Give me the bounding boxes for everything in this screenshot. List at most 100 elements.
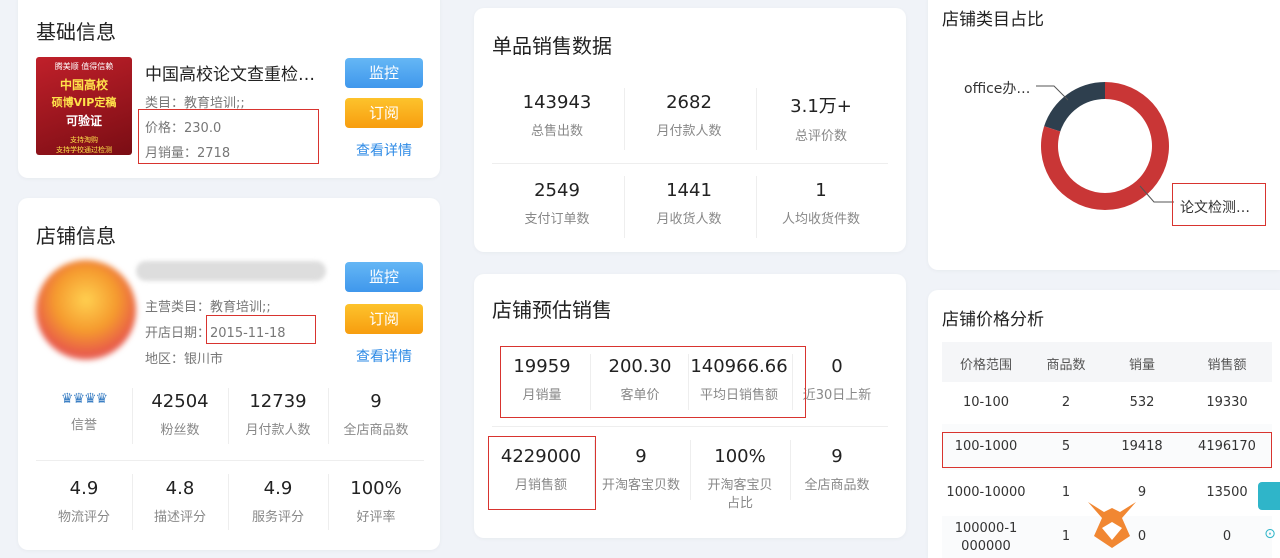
shop-subscribe-button[interactable]: 订阅 — [345, 304, 423, 334]
price-table-header: 价格范围 商品数 销量 销售额 — [942, 342, 1272, 382]
estimate-stat-taoke-ratio: 100% 开淘客宝贝占比 — [690, 446, 790, 513]
product-image-line3: 可验证 — [65, 114, 102, 128]
shop-stat-fans-label: 粉丝数 — [160, 423, 200, 438]
col-item-count: 商品数 — [1046, 358, 1086, 373]
single-stat-total-sold: 143943 总售出数 — [492, 92, 622, 141]
divider — [492, 426, 888, 427]
side-widget-icon[interactable]: ⊙ — [1260, 526, 1280, 548]
shop-stat-fans-value: 42504 — [151, 391, 209, 412]
donut-slice-0[interactable] — [1044, 82, 1105, 132]
shop-stat-service-value: 4.9 — [263, 478, 293, 499]
divider — [624, 88, 625, 150]
estimate-stat-new-30d-value: 0 — [831, 356, 843, 377]
divider — [624, 176, 625, 238]
category-donut-chart — [1036, 82, 1174, 210]
cell-item-count: 2 — [1061, 395, 1071, 410]
shop-stat-credit-label: 信誉 — [70, 418, 97, 433]
product-image-line1: 中国高校 — [59, 78, 108, 92]
price-highlight-box — [138, 109, 319, 164]
col-sales: 销量 — [1128, 358, 1155, 373]
single-stat-reviews-label: 总评价数 — [794, 129, 847, 144]
price-row-highlight-box — [942, 432, 1272, 468]
estimate-stat-new-30d: 0 近30日上新 — [794, 356, 880, 405]
product-image[interactable]: 腾美顺 值得信赖 中国高校 硕博VIP定稿 可验证 支持淘购 支持学校通过检测 — [36, 57, 132, 155]
category-label-thesis: 论文检测… — [1180, 200, 1250, 216]
watermark-fox-logo — [1080, 490, 1144, 554]
estimate-stat-taoke-items-value: 9 — [635, 446, 647, 467]
shop-main-category: 主营类目：教育培训;; — [145, 300, 271, 315]
single-stat-reviews: 3.1万+ 总评价数 — [756, 92, 886, 146]
monitor-button[interactable]: 监控 — [345, 58, 423, 88]
estimate-stat-total-items-label: 全店商品数 — [804, 478, 870, 493]
divider — [790, 440, 791, 500]
shop-stat-monthly-payers-value: 12739 — [249, 391, 307, 412]
cell-revenue: 19330 — [1206, 395, 1248, 410]
shop-stat-positive-rate-label: 好评率 — [356, 510, 396, 525]
divider — [228, 474, 229, 530]
monthly-revenue-highlight-box — [488, 436, 596, 510]
single-stat-paid-orders-value: 2549 — [534, 180, 580, 201]
shop-region: 地区：银川市 — [145, 352, 224, 367]
shop-stat-logistics-value: 4.9 — [69, 478, 99, 499]
shop-stat-item-count-label: 全店商品数 — [343, 423, 409, 438]
shop-stat-logistics: 4.9 物流评分 — [36, 478, 132, 527]
cell-sales: 532 — [1129, 395, 1155, 410]
divider — [132, 474, 133, 530]
estimate-stat-taoke-ratio-label: 开淘客宝贝占比 — [707, 478, 773, 511]
single-sales-card: 单品销售数据 143943 总售出数 2682 月付款人数 3.1万+ 总评价数… — [474, 8, 906, 252]
single-stat-items-per-person-value: 1 — [815, 180, 827, 201]
subscribe-button[interactable]: 订阅 — [345, 98, 423, 128]
basic-info-title: 基础信息 — [36, 20, 116, 44]
divider — [228, 388, 229, 444]
estimate-stat-taoke-ratio-value: 100% — [714, 446, 766, 467]
divider — [492, 163, 888, 164]
category-share-card: 店铺类目占比 office办… 论文检测… — [928, 0, 1280, 270]
shop-stat-description-label: 描述评分 — [153, 510, 206, 525]
cell-price-range: 100000-1000000 — [954, 521, 1018, 554]
view-detail-link[interactable]: 查看详情 — [356, 140, 412, 160]
basic-info-card: 基础信息 腾美顺 值得信赖 中国高校 硕博VIP定稿 可验证 支持淘购 支持学校… — [18, 0, 440, 178]
single-stat-monthly-payers-label: 月付款人数 — [656, 124, 722, 139]
shop-stat-monthly-payers-label: 月付款人数 — [245, 423, 311, 438]
product-image-line5: 支持学校通过检测 — [56, 146, 112, 154]
shop-stat-service: 4.9 服务评分 — [228, 478, 328, 527]
category-label-office: office办… — [964, 81, 1031, 97]
estimate-stat-taoke-items-label: 开淘客宝贝数 — [601, 478, 680, 493]
estimate-stat-total-items: 9 全店商品数 — [792, 446, 882, 495]
single-stat-paid-orders: 2549 支付订单数 — [492, 180, 622, 229]
single-sales-title: 单品销售数据 — [492, 34, 612, 58]
shop-stat-credit: ♛♛♛♛ 信誉 — [36, 391, 132, 435]
single-stat-total-sold-label: 总售出数 — [530, 124, 583, 139]
cell-price-range: 10-100 — [962, 395, 1010, 410]
shop-logo — [36, 260, 136, 360]
product-image-line2: 硕博VIP定稿 — [51, 96, 117, 109]
col-revenue: 销售额 — [1207, 358, 1247, 373]
shop-stat-item-count: 9 全店商品数 — [328, 391, 424, 440]
shop-stat-positive-rate: 100% 好评率 — [328, 478, 424, 527]
cell-price-range: 1000-10000 — [946, 485, 1026, 500]
single-stat-monthly-payers-value: 2682 — [666, 92, 712, 113]
estimate-sales-title: 店铺预估销售 — [492, 298, 612, 322]
shop-name-blurred — [136, 261, 326, 281]
price-analysis-title: 店铺价格分析 — [942, 310, 1044, 330]
estimate-row1-highlight-box — [500, 346, 806, 418]
table-row: 10-100 2 532 19330 — [942, 382, 1272, 424]
shop-stat-positive-rate-value: 100% — [350, 478, 402, 499]
single-stat-items-per-person-label: 人均收货件数 — [781, 212, 860, 227]
estimate-sales-card: 店铺预估销售 19959 月销量 200.30 客单价 140966.66 平均… — [474, 274, 906, 538]
single-stat-items-per-person: 1 人均收货件数 — [756, 180, 886, 229]
shop-view-detail-link[interactable]: 查看详情 — [356, 346, 412, 366]
shop-stat-service-label: 服务评分 — [251, 510, 304, 525]
shop-stat-item-count-value: 9 — [370, 391, 382, 412]
shop-monitor-button[interactable]: 监控 — [345, 262, 423, 292]
side-widget-button[interactable] — [1258, 482, 1280, 510]
col-price-range: 价格范围 — [959, 358, 1012, 373]
divider — [328, 388, 329, 444]
shop-stat-fans: 42504 粉丝数 — [132, 391, 228, 440]
single-stat-monthly-receivers-value: 1441 — [666, 180, 712, 201]
divider — [36, 460, 424, 461]
divider — [132, 388, 133, 444]
product-name[interactable]: 中国高校论文查重检… — [145, 60, 335, 85]
single-stat-reviews-value: 3.1万+ — [790, 96, 852, 117]
credit-crown-icons: ♛♛♛♛ — [60, 391, 108, 407]
